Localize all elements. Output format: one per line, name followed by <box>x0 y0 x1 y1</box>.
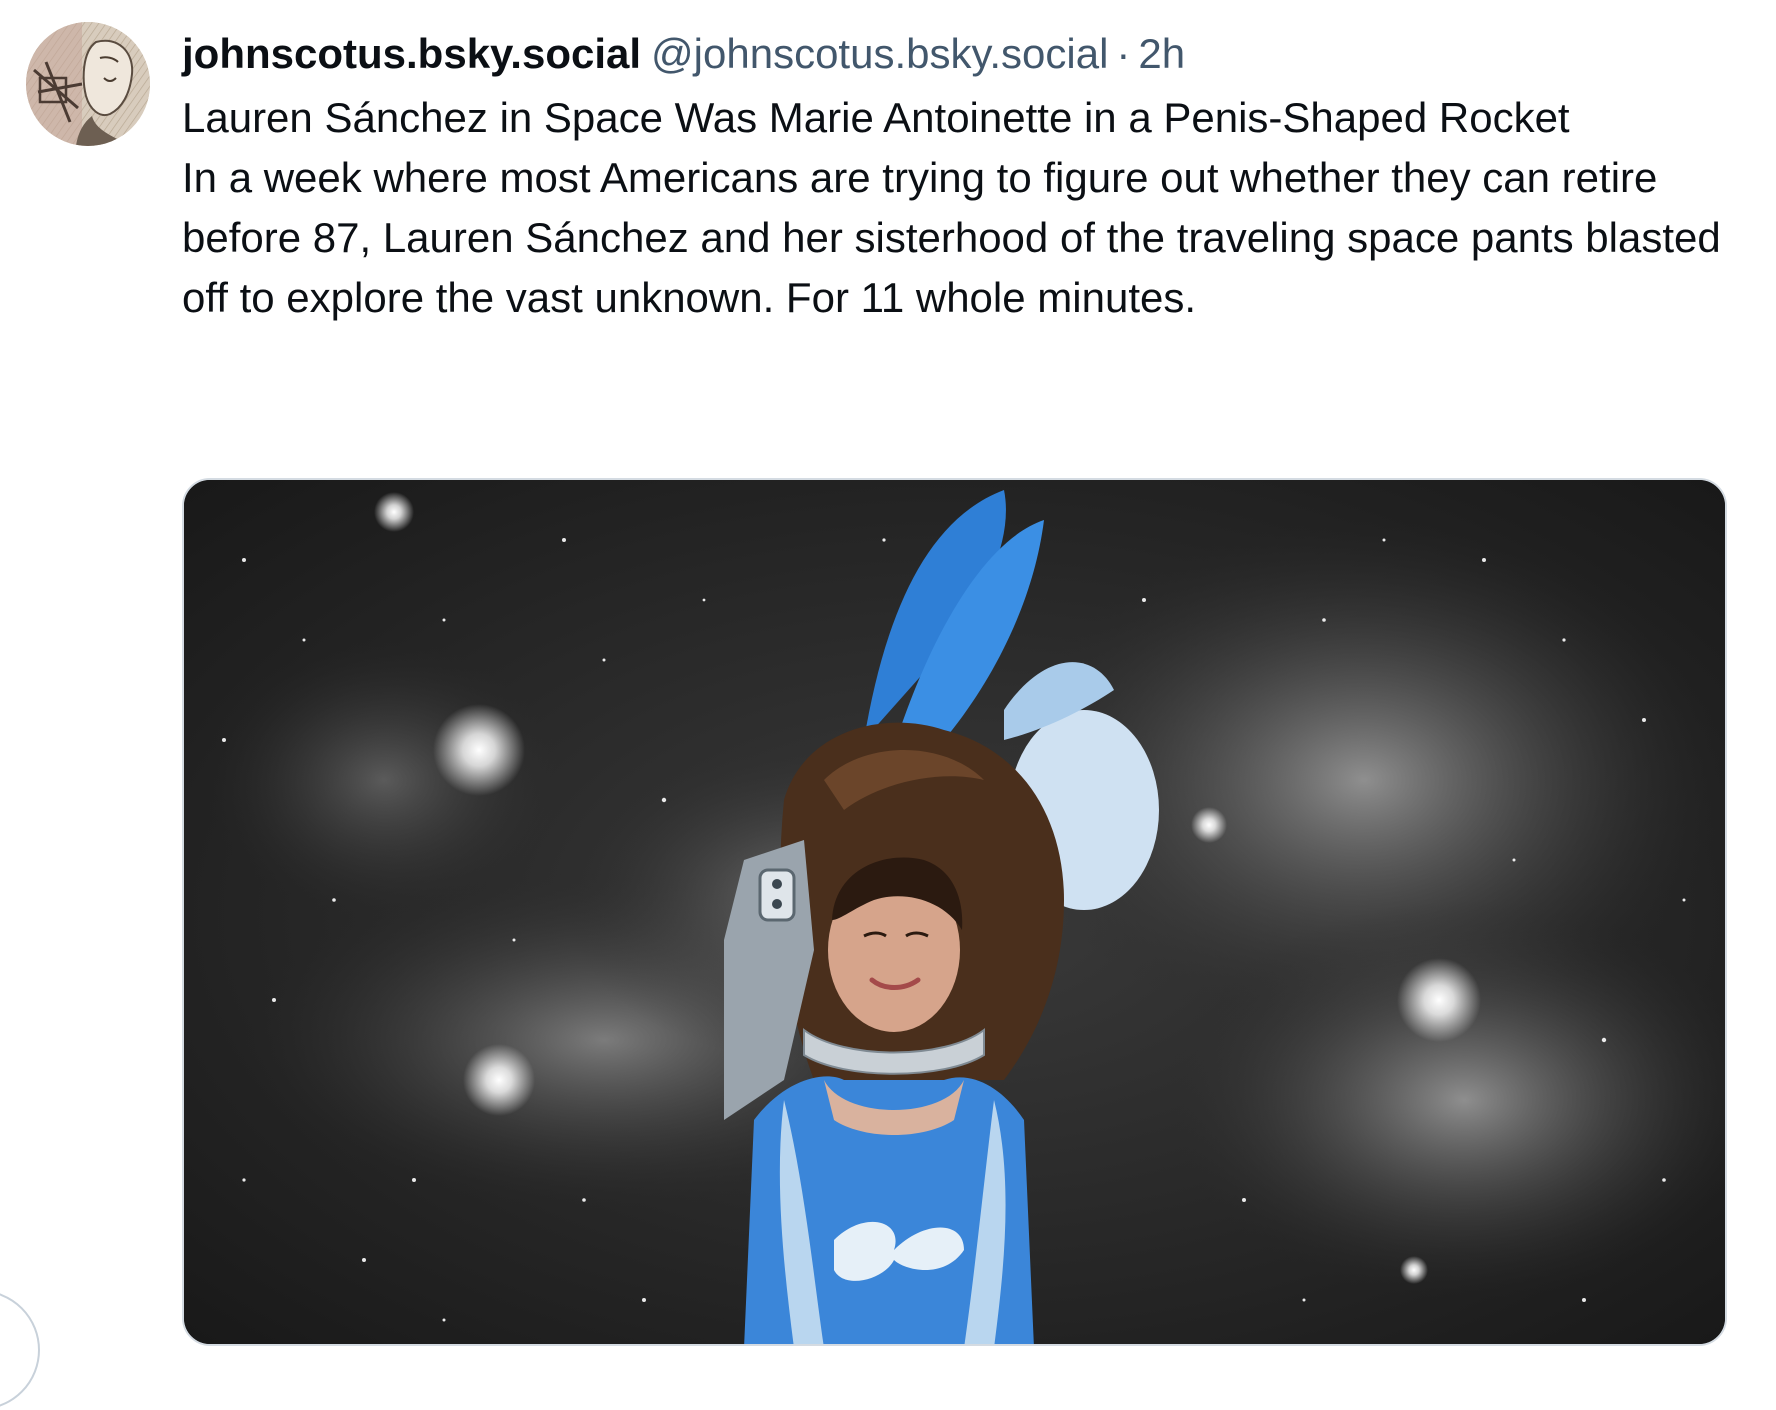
post-body-text: In a week where most Americans are tryin… <box>182 154 1721 321</box>
post-title-text: Lauren Sánchez in Space Was Marie Antoin… <box>182 94 1570 141</box>
thread-connector <box>0 1290 40 1410</box>
etching-portrait-avatar-icon <box>26 22 150 146</box>
post-embedded-image[interactable] <box>182 478 1727 1346</box>
meta-separator: · <box>1116 30 1131 77</box>
post-card[interactable]: johnscotus.bsky.social @johnscotus.bsky.s… <box>0 0 1776 1410</box>
post-text: Lauren Sánchez in Space Was Marie Antoin… <box>182 88 1742 328</box>
author-avatar[interactable] <box>26 22 150 146</box>
author-handle[interactable]: @johnscotus.bsky.social <box>651 30 1108 77</box>
author-display-name[interactable]: johnscotus.bsky.social <box>182 30 641 77</box>
post-header: johnscotus.bsky.social @johnscotus.bsky.s… <box>182 26 1185 82</box>
space-collage-illustration <box>184 480 1725 1344</box>
post-timestamp[interactable]: 2h <box>1138 30 1185 77</box>
